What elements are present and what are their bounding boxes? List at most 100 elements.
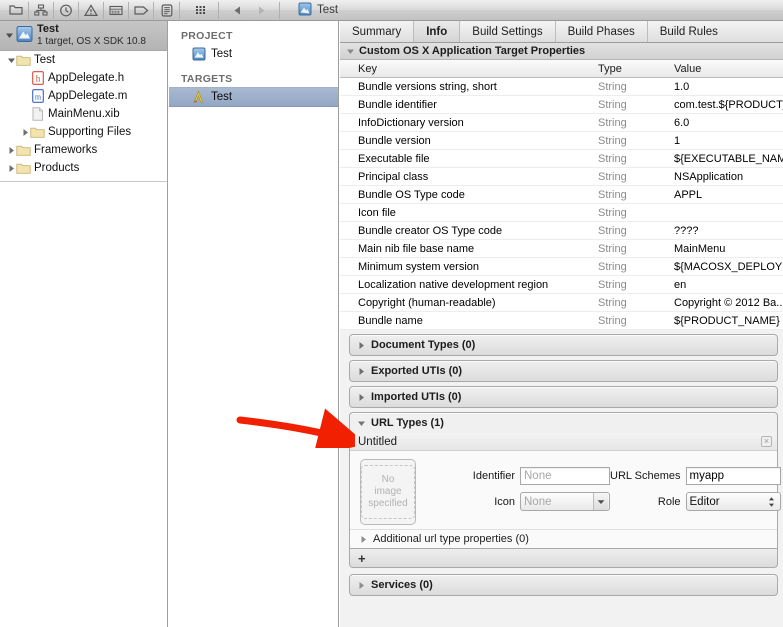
table-row[interactable]: InfoDictionary version String 6.0 bbox=[340, 114, 783, 132]
warning-icon[interactable] bbox=[79, 1, 104, 19]
cell-value[interactable]: ???? bbox=[674, 225, 783, 237]
navigator-item-test[interactable]: Test bbox=[0, 51, 167, 69]
cell-key[interactable]: Main nib file base name bbox=[340, 243, 598, 255]
chevron-right-icon[interactable] bbox=[20, 123, 30, 141]
cell-value[interactable]: en bbox=[674, 279, 783, 291]
cell-key[interactable]: Copyright (human-readable) bbox=[340, 297, 598, 309]
hierarchy-icon[interactable] bbox=[29, 1, 54, 19]
cell-key[interactable]: Executable file bbox=[340, 153, 598, 165]
cell-value[interactable]: MainMenu bbox=[674, 243, 783, 255]
table-row[interactable]: Bundle OS Type code String APPL bbox=[340, 186, 783, 204]
navigator-root-row[interactable]: Test 1 target, OS X SDK 10.8 bbox=[0, 21, 167, 51]
table-row[interactable]: Main nib file base name String MainMenu bbox=[340, 240, 783, 258]
cell-key[interactable]: Bundle versions string, short bbox=[340, 81, 598, 93]
close-icon[interactable]: × bbox=[761, 436, 772, 447]
test-icon[interactable] bbox=[104, 1, 129, 19]
cell-type[interactable]: String bbox=[598, 297, 674, 309]
tab-build-phases[interactable]: Build Phases bbox=[556, 21, 648, 42]
url-types-header[interactable]: URL Types (1) bbox=[349, 412, 778, 433]
cell-key[interactable]: Principal class bbox=[340, 171, 598, 183]
project-navigator[interactable]: Test 1 target, OS X SDK 10.8 Test h AppDel… bbox=[0, 21, 168, 627]
group-document-types-0-[interactable]: Document Types (0) bbox=[349, 334, 778, 356]
add-url-type-bar[interactable]: + bbox=[349, 549, 778, 568]
cell-type[interactable]: String bbox=[598, 243, 674, 255]
cell-type[interactable]: String bbox=[598, 315, 674, 327]
chevron-right-icon[interactable] bbox=[6, 141, 16, 159]
cell-key[interactable]: Bundle creator OS Type code bbox=[340, 225, 598, 237]
navigator-item-products[interactable]: Products bbox=[0, 159, 167, 177]
cell-key[interactable]: Localization native development region bbox=[340, 279, 598, 291]
cell-type[interactable]: String bbox=[598, 261, 674, 273]
stepper-icon[interactable] bbox=[764, 493, 779, 510]
icon-select[interactable]: None bbox=[520, 492, 610, 511]
chevron-right-icon[interactable] bbox=[6, 159, 16, 177]
table-row[interactable]: Executable fileString${EXECUTABLE_NAME} bbox=[340, 150, 783, 168]
cell-value[interactable]: Copyright © 2012 Ba... bbox=[674, 297, 783, 309]
chevron-right-icon[interactable] bbox=[358, 530, 368, 548]
log-icon[interactable] bbox=[154, 2, 179, 19]
chevron-right-icon[interactable] bbox=[356, 576, 366, 594]
group-header-row[interactable]: Imported UTIs (0) bbox=[350, 387, 777, 407]
cell-key[interactable]: Bundle version bbox=[340, 135, 598, 147]
project-item-test[interactable]: Test bbox=[169, 44, 338, 64]
cell-value[interactable]: 1 bbox=[674, 135, 783, 147]
group-header-row[interactable]: Exported UTIs (0) bbox=[350, 361, 777, 381]
group-exported-utis-0-[interactable]: Exported UTIs (0) bbox=[349, 360, 778, 382]
back-button[interactable] bbox=[225, 2, 249, 19]
navigator-item-supporting-files[interactable]: Supporting Files bbox=[0, 123, 167, 141]
services-header-row[interactable]: Services (0) bbox=[350, 575, 777, 595]
info-plist-table[interactable]: Key Type Value Bundle versions string, s… bbox=[340, 60, 783, 330]
scheme-selector[interactable]: Test bbox=[298, 2, 338, 19]
cell-value[interactable]: 6.0 bbox=[674, 117, 783, 129]
cell-type[interactable]: String bbox=[598, 279, 674, 291]
cell-type[interactable]: String bbox=[598, 225, 674, 237]
navigator-file-list[interactable]: Test h AppDelegate.h m AppDelegate.m MainMenu… bbox=[0, 51, 167, 177]
chevron-right-icon[interactable] bbox=[356, 336, 366, 354]
cell-type[interactable]: String bbox=[598, 171, 674, 183]
cell-type[interactable]: String bbox=[598, 99, 674, 111]
cell-value[interactable]: 1.0 bbox=[674, 81, 783, 93]
tab-info[interactable]: Info bbox=[414, 21, 461, 42]
navigator-item-appdelegate-m[interactable]: m AppDelegate.m bbox=[0, 87, 167, 105]
navigator-item-frameworks[interactable]: Frameworks bbox=[0, 141, 167, 159]
cell-type[interactable]: String bbox=[598, 153, 674, 165]
cell-type[interactable]: String bbox=[598, 117, 674, 129]
table-row[interactable]: Principal class String NSApplication bbox=[340, 168, 783, 186]
cell-key[interactable]: Bundle name bbox=[340, 315, 598, 327]
chevron-down-icon[interactable] bbox=[6, 51, 16, 69]
cell-value[interactable]: ${EXECUTABLE_NAME} bbox=[674, 153, 783, 165]
navigator-item-appdelegate-h[interactable]: h AppDelegate.h bbox=[0, 69, 167, 87]
editor-tabbar[interactable]: Summary Info Build Settings Build Phases Bui… bbox=[340, 21, 783, 43]
cell-value[interactable]: APPL bbox=[674, 189, 783, 201]
table-row[interactable]: Bundle version String 1 bbox=[340, 132, 783, 150]
target-item-test[interactable]: Test bbox=[169, 87, 338, 107]
add-button[interactable]: + bbox=[358, 552, 366, 565]
tab-summary[interactable]: Summary bbox=[340, 21, 415, 42]
table-row[interactable]: Localization native development region St… bbox=[340, 276, 783, 294]
services-group[interactable]: Services (0) bbox=[349, 574, 778, 596]
tag-icon[interactable] bbox=[129, 1, 154, 19]
url-types-header-row[interactable]: URL Types (1) bbox=[350, 413, 777, 433]
project-targets-pane[interactable]: PROJECT Test TARGETS Test bbox=[169, 21, 339, 627]
chevron-right-icon[interactable] bbox=[356, 362, 366, 380]
chevron-down-icon[interactable] bbox=[345, 42, 355, 60]
table-row[interactable]: Bundle creator OS Type code String???? bbox=[340, 222, 783, 240]
role-select[interactable]: Editor bbox=[685, 492, 781, 511]
icon-image-well[interactable]: No image specified bbox=[360, 459, 416, 525]
cell-value[interactable]: NSApplication bbox=[674, 171, 783, 183]
show-navigator-icon[interactable] bbox=[4, 1, 29, 19]
clock-icon[interactable] bbox=[54, 1, 79, 19]
additional-url-properties-row[interactable]: Additional url type properties (0) bbox=[350, 529, 777, 548]
cell-value[interactable]: com.test.${PRODUCT_NAME:rfc1034identifie… bbox=[674, 99, 783, 111]
identifier-input[interactable]: None bbox=[520, 467, 610, 485]
chevron-down-icon[interactable] bbox=[356, 414, 366, 432]
chevron-down-icon[interactable] bbox=[4, 27, 14, 45]
tab-build-rules[interactable]: Build Rules bbox=[648, 21, 730, 42]
table-body[interactable]: Bundle versions string, short String 1.0 Bu… bbox=[340, 78, 783, 330]
navigator-item-mainmenu-xib[interactable]: MainMenu.xib bbox=[0, 105, 167, 123]
table-row[interactable]: Bundle versions string, short String 1.0 bbox=[340, 78, 783, 96]
chevron-right-icon[interactable] bbox=[356, 388, 366, 406]
custom-properties-section-header[interactable]: Custom OS X Application Target Propertie… bbox=[340, 43, 783, 60]
table-row[interactable]: Copyright (human-readable) String Copyrigh… bbox=[340, 294, 783, 312]
tab-build-settings[interactable]: Build Settings bbox=[460, 21, 556, 42]
